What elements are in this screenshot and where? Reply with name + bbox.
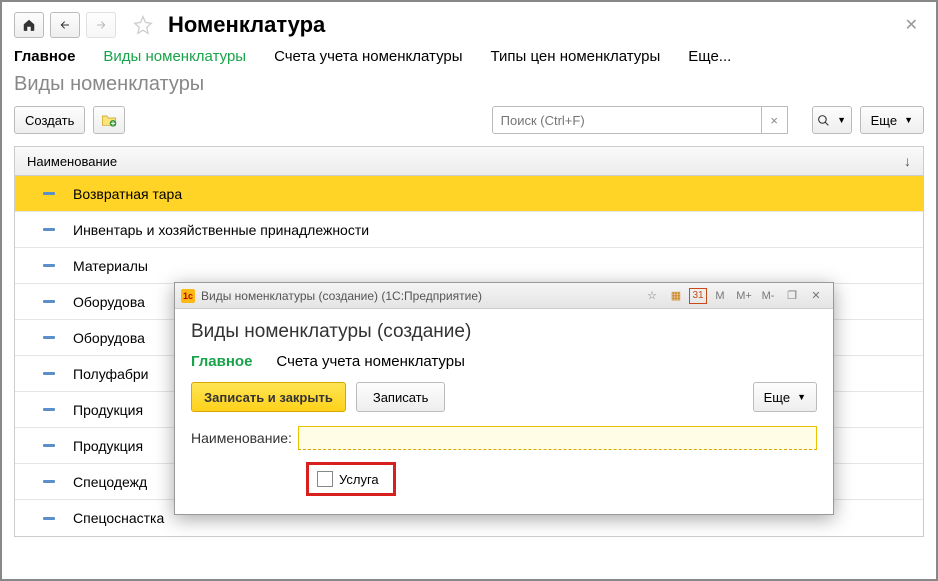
home-button[interactable] [14,12,44,38]
service-checkbox[interactable] [317,471,333,487]
item-icon [43,517,55,520]
toolbar-favorite-icon[interactable]: ☆ [641,286,663,306]
dialog-maximize-button[interactable]: ❐ [781,286,803,306]
more-button[interactable]: Еще ▼ [860,106,924,134]
column-header-name: Наименование [27,154,117,169]
create-folder-button[interactable] [93,106,125,134]
list-item-label: Материалы [73,258,148,274]
toolbar-mplus-button[interactable]: M+ [733,286,755,306]
service-checkbox-label: Услуга [339,472,379,487]
list-item[interactable]: Материалы [15,248,923,284]
dialog-tab-accounts[interactable]: Счета учета номенклатуры [276,353,464,370]
create-button[interactable]: Создать [14,106,85,134]
dialog-more-label: Еще [764,390,790,405]
item-icon [43,192,55,195]
item-icon [43,480,55,483]
tab-price-types[interactable]: Типы цен номенклатуры [491,48,661,65]
page-title: Номенклатура [168,12,325,38]
list-item-label: Продукция [73,438,143,454]
toolbar-calculator-icon[interactable]: ▦ [665,286,687,306]
toolbar-mminus-button[interactable]: M- [757,286,779,306]
list-item-label: Оборудова [73,294,145,310]
list-item-label: Полуфабри [73,366,148,382]
arrow-left-icon [58,19,72,31]
name-field-label: Наименование: [191,430,292,446]
dialog-more-button[interactable]: Еще ▼ [753,382,817,412]
dialog-tabs: Главное Счета учета номенклатуры [191,353,817,370]
app-1c-icon: 1c [181,289,195,303]
chevron-down-icon: ▼ [837,115,846,125]
sort-indicator-icon: ↓ [904,153,911,169]
item-icon [43,444,55,447]
item-icon [43,228,55,231]
save-button[interactable]: Записать [356,382,446,412]
list-item-label: Спецодежд [73,474,147,490]
search-icon [817,114,830,127]
table-header[interactable]: Наименование ↓ [14,146,924,176]
more-button-label: Еще [871,113,897,128]
save-and-close-button[interactable]: Записать и закрыть [191,382,346,412]
item-icon [43,264,55,267]
search-dropdown-button[interactable]: ▼ [812,106,852,134]
list-item[interactable]: Возвратная тара [15,176,923,212]
chevron-down-icon: ▼ [797,392,806,402]
dialog-close-button[interactable]: ✕ [805,286,827,306]
create-type-dialog: 1c Виды номенклатуры (создание) (1С:Пред… [174,282,834,515]
save-and-close-label: Записать и закрыть [204,390,333,405]
home-icon [22,18,36,32]
item-icon [43,300,55,303]
dialog-window-title: Виды номенклатуры (создание) (1С:Предпри… [201,289,482,303]
search-clear-button[interactable]: × [762,106,788,134]
favorite-icon[interactable] [132,14,154,36]
save-label: Записать [373,390,429,405]
service-checkbox-wrap[interactable]: Услуга [306,462,396,496]
main-tabs: Главное Виды номенклатуры Счета учета но… [14,48,924,65]
toolbar-calendar-icon[interactable]: 31 [689,288,707,304]
chevron-down-icon: ▼ [904,115,913,125]
forward-button[interactable] [86,12,116,38]
action-row: Создать × ▼ Еще ▼ [14,106,924,134]
folder-plus-icon [101,113,117,127]
create-button-label: Создать [25,113,74,128]
list-item-label: Возвратная тара [73,186,182,202]
item-icon [43,336,55,339]
dialog-heading: Виды номенклатуры (создание) [191,321,817,343]
item-icon [43,372,55,375]
tab-types[interactable]: Виды номенклатуры [103,48,246,65]
section-title: Виды номенклатуры [14,73,924,96]
list-item[interactable]: Инвентарь и хозяйственные принадлежности [15,212,923,248]
item-icon [43,408,55,411]
close-page-button[interactable]: ✕ [899,13,924,37]
arrow-right-icon [94,19,108,31]
toolbar-m-button[interactable]: M [709,286,731,306]
top-toolbar: Номенклатура ✕ [14,12,924,38]
dialog-actions: Записать и закрыть Записать Еще ▼ [191,382,817,412]
back-button[interactable] [50,12,80,38]
name-field-row: Наименование: [191,426,817,450]
star-icon [133,15,153,35]
search-input[interactable] [492,106,762,134]
tab-accounts[interactable]: Счета учета номенклатуры [274,48,462,65]
name-input[interactable] [298,426,817,450]
list-item-label: Инвентарь и хозяйственные принадлежности [73,222,369,238]
list-item-label: Оборудова [73,330,145,346]
tab-more[interactable]: Еще... [688,48,731,65]
list-item-label: Спецоснастка [73,510,164,526]
tab-main[interactable]: Главное [14,48,75,65]
list-item-label: Продукция [73,402,143,418]
dialog-titlebar[interactable]: 1c Виды номенклатуры (создание) (1С:Пред… [175,283,833,309]
dialog-tab-main[interactable]: Главное [191,353,252,370]
